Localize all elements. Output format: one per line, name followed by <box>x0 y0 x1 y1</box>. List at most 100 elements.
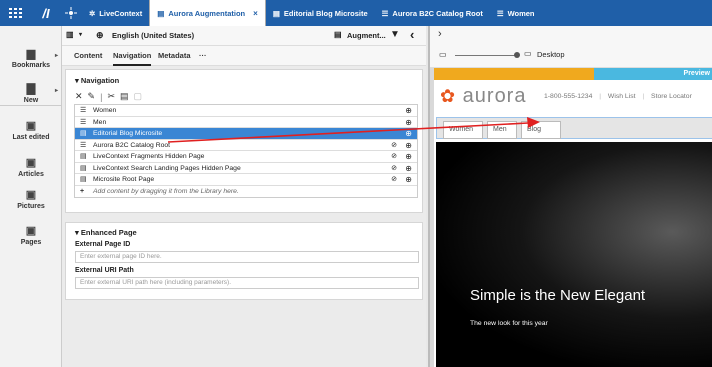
bookmark-folder-icon: ▆ <box>26 48 36 60</box>
external-uri-field[interactable]: Enter external URI path here (including … <box>75 277 419 289</box>
page-icon: ▤ <box>80 130 87 137</box>
globe-icon: ⊕ <box>96 30 104 40</box>
hidden-eye-icon: ⊘ <box>391 176 397 183</box>
chevron-right-icon: ▸ <box>54 53 58 59</box>
site-nav-women[interactable]: Women <box>443 121 483 139</box>
cut-icon[interactable]: ✂ <box>107 91 115 102</box>
new-document-icon: ▇ <box>26 83 36 95</box>
collapse-icon[interactable]: ▾ <box>75 76 79 85</box>
site-navigation: Women Men Blog <box>436 117 712 139</box>
preview-pane: › ▭ ▭ Desktop Preview ✿ aurora 1-800-555… <box>428 26 712 367</box>
globe-icon: ⊕ <box>405 163 412 173</box>
collapse-left-icon[interactable]: ‹ <box>410 27 414 42</box>
page-icon: ▤ <box>80 176 87 183</box>
articles-icon: ▣ <box>25 157 37 169</box>
sidebar-item-pictures[interactable]: ▣ Pictures <box>0 189 62 210</box>
locale-label[interactable]: English (United States) <box>112 31 194 40</box>
document-editor: ▥ ▾ ⊕ English (United States) ▤ Augment.… <box>62 26 426 367</box>
paste-icon[interactable]: ▤ <box>120 91 129 102</box>
globe-icon: ⊕ <box>405 175 412 184</box>
external-page-id-field[interactable]: Enter external page ID here. <box>75 251 419 263</box>
copy-icon[interactable]: ▢ <box>134 91 143 102</box>
category-icon: ☰ <box>496 8 504 18</box>
site-selector-icon[interactable] <box>60 0 82 26</box>
tab-aurora-b2c-catalog-root[interactable]: ☰ Aurora B2C Catalog Root <box>375 0 490 26</box>
columns-icon[interactable]: ▥ <box>66 30 74 39</box>
pictures-icon: ▣ <box>25 189 37 201</box>
list-item[interactable]: ☰ Aurora B2C Catalog Root ⊘ ⊕ <box>75 140 417 151</box>
tab-livecontext[interactable]: ✲ LiveContext <box>82 0 149 26</box>
sidebar-item-new[interactable]: ▇ ▸ New <box>0 83 62 104</box>
sidebar-item-pages[interactable]: ▣ Pages <box>0 225 62 246</box>
collapse-icon[interactable]: ▾ <box>75 228 79 237</box>
tab-women[interactable]: ☰ Women <box>490 0 542 26</box>
comment-icon[interactable]: ▼ <box>390 29 400 40</box>
list-item[interactable]: ☰ Men ⊕ <box>75 117 417 128</box>
tab-metadata[interactable]: Metadata <box>158 46 191 66</box>
device-slider-handle[interactable] <box>514 52 520 58</box>
chevron-down-icon[interactable]: ▾ <box>79 31 82 38</box>
tab-aurora-augmentation[interactable]: ▤ Aurora Augmentation × <box>149 0 266 26</box>
last-edited-icon: ▣ <box>25 120 37 132</box>
category-icon: ☰ <box>381 8 389 18</box>
editor-toolbar: ▥ ▾ ⊕ English (United States) ▤ Augment.… <box>62 26 426 46</box>
list-item[interactable]: ▤ Microsite Root Page ⊘ ⊕ <box>75 174 417 186</box>
list-item[interactable]: ☰ Women ⊕ <box>75 105 417 117</box>
tab-navigation[interactable]: Navigation <box>113 46 152 66</box>
doctype-icon: ▤ <box>334 30 342 39</box>
pages-icon: ▣ <box>25 225 37 237</box>
remove-icon[interactable]: ✕ <box>75 91 83 102</box>
external-page-id-label: External Page ID <box>75 241 131 248</box>
hidden-eye-icon: ⊘ <box>391 164 397 172</box>
aurora-flower-icon: ✿ <box>440 86 457 106</box>
category-icon: ☰ <box>80 107 87 114</box>
sidebar-item-articles[interactable]: ▣ Articles <box>0 157 62 178</box>
edit-icon[interactable]: ✎ <box>88 91 96 102</box>
preview-badge: Preview <box>594 68 712 80</box>
site-nav-men[interactable]: Men <box>487 121 517 139</box>
preview-toolbar: ▭ ▭ Desktop <box>430 42 712 68</box>
layout-icon[interactable]: ▭ <box>439 50 447 59</box>
site-nav-blog[interactable]: Blog <box>521 121 561 139</box>
hero-banner[interactable]: Simple is the New Elegant The new look f… <box>436 142 712 367</box>
document-icon: ▤ <box>157 8 165 18</box>
list-item[interactable]: ▤ LiveContext Fragments Hidden Page ⊘ ⊕ <box>75 151 417 163</box>
globe-icon: ⊕ <box>405 152 412 161</box>
close-tab-icon[interactable]: × <box>253 9 258 18</box>
category-icon: ☰ <box>80 141 87 149</box>
add-content-dropzone[interactable]: + Add content by dragging it from the Li… <box>75 186 417 198</box>
sidebar-item-bookmarks[interactable]: ▆ ▸ Bookmarks <box>0 48 62 69</box>
sidebar-item-last-edited[interactable]: ▣ Last edited <box>0 120 62 141</box>
expand-right-icon[interactable]: › <box>438 28 442 40</box>
site-preview: Preview ✿ aurora 1-800-555-1234 | Wish L… <box>434 68 712 367</box>
external-uri-label: External URI Path <box>75 267 134 274</box>
site-header-links: 1-800-555-1234 | Wish List | Store Locat… <box>544 93 692 100</box>
navigation-list: ☰ Women ⊕ ☰ Men ⊕ ▤ Editorial Blog Micro… <box>74 104 418 198</box>
list-item[interactable]: ▤ LiveContext Search Landing Pages Hidde… <box>75 163 417 174</box>
livecontext-icon: ✲ <box>89 8 96 18</box>
left-sidebar: ▆ ▸ Bookmarks ▇ ▸ New ▣ Last edited ▣ Ar… <box>0 26 62 367</box>
wish-list-link[interactable]: Wish List <box>608 93 636 100</box>
tab-content[interactable]: Content <box>74 46 102 66</box>
hidden-eye-icon: ⊘ <box>391 141 397 149</box>
apps-grid-icon[interactable] <box>0 0 32 26</box>
globe-icon: ⊕ <box>405 106 412 115</box>
aurora-logo[interactable]: ✿ aurora <box>440 85 526 108</box>
chevron-right-icon: ▸ <box>54 88 58 94</box>
navigation-toolbar: ✕ ✎ | ✂ ▤ ▢ <box>75 91 143 102</box>
tab-editorial-blog-microsite[interactable]: ▤ Editorial Blog Microsite <box>266 0 375 26</box>
sidebar-divider <box>0 105 62 106</box>
preview-header: › <box>430 26 712 42</box>
device-label: Desktop <box>537 50 565 59</box>
list-item-selected[interactable]: ▤ Editorial Blog Microsite ⊕ <box>75 128 417 140</box>
tab-more[interactable]: ··· <box>199 46 207 66</box>
hidden-eye-icon: ⊘ <box>391 153 397 160</box>
hero-title: Simple is the New Elegant <box>470 287 646 304</box>
device-slider-track[interactable] <box>455 55 517 56</box>
store-locator-link[interactable]: Store Locator <box>651 93 692 100</box>
page-icon: ▤ <box>80 164 87 172</box>
page-icon: ▤ <box>80 153 87 160</box>
navigation-panel: ▾ Navigation ✕ ✎ | ✂ ▤ ▢ ☰ Women ⊕ ☰ Men… <box>65 69 423 213</box>
phone-number: 1-800-555-1234 <box>544 93 593 100</box>
site-top-bar: Preview <box>434 68 712 80</box>
